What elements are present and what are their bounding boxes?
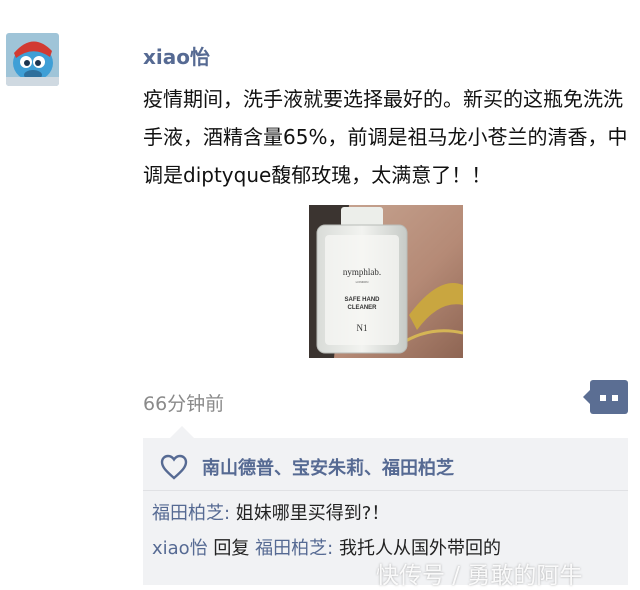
product-line1-text: SAFE HAND [344,297,380,303]
comment-action-button[interactable] [583,380,628,414]
heart-icon [160,454,188,480]
comment-text: 姐妹哪里买得到?！ [235,503,390,524]
comment-panel-arrow [170,426,194,438]
post-timestamp: 66分钟前 [143,393,225,415]
product-brand-text: nymphlab. [343,267,381,277]
comment-separator: : [327,538,339,559]
post-author-name[interactable]: xiao怡 [143,41,210,70]
comment-author[interactable]: xiao怡 [152,538,208,559]
more-dots-icon [612,395,618,401]
comment-separator: : [224,503,236,524]
reply-to-name[interactable]: 福田柏芝 [255,538,327,559]
button-notch [583,390,590,404]
likes-row: 南山德普、宝安朱莉、福田柏芝 [160,452,454,482]
reply-word: 回复 [207,538,256,559]
product-number-text: N1 [357,323,368,333]
product-line2-text: CLEANER [347,305,377,311]
post-text: 疫情期间，洗手液就要选择最好的。新买的这瓶免洗洗手液，酒精含量65%，前调是祖马… [143,87,628,187]
avatar-image [6,33,59,86]
more-dots-icon [600,395,606,401]
comment-divider [143,490,628,491]
avatar[interactable] [6,33,59,86]
post-image[interactable]: nymphlab. LONDON SAFE HAND CLEANER N1 [309,205,463,358]
comment-author[interactable]: 福田柏芝 [152,503,224,524]
product-brand-sub-text: LONDON [356,280,369,284]
likes-names[interactable]: 南山德普、宝安朱莉、福田柏芝 [202,454,454,480]
comment-item[interactable]: 福田柏芝: 姐妹哪里买得到?！ [152,499,389,525]
